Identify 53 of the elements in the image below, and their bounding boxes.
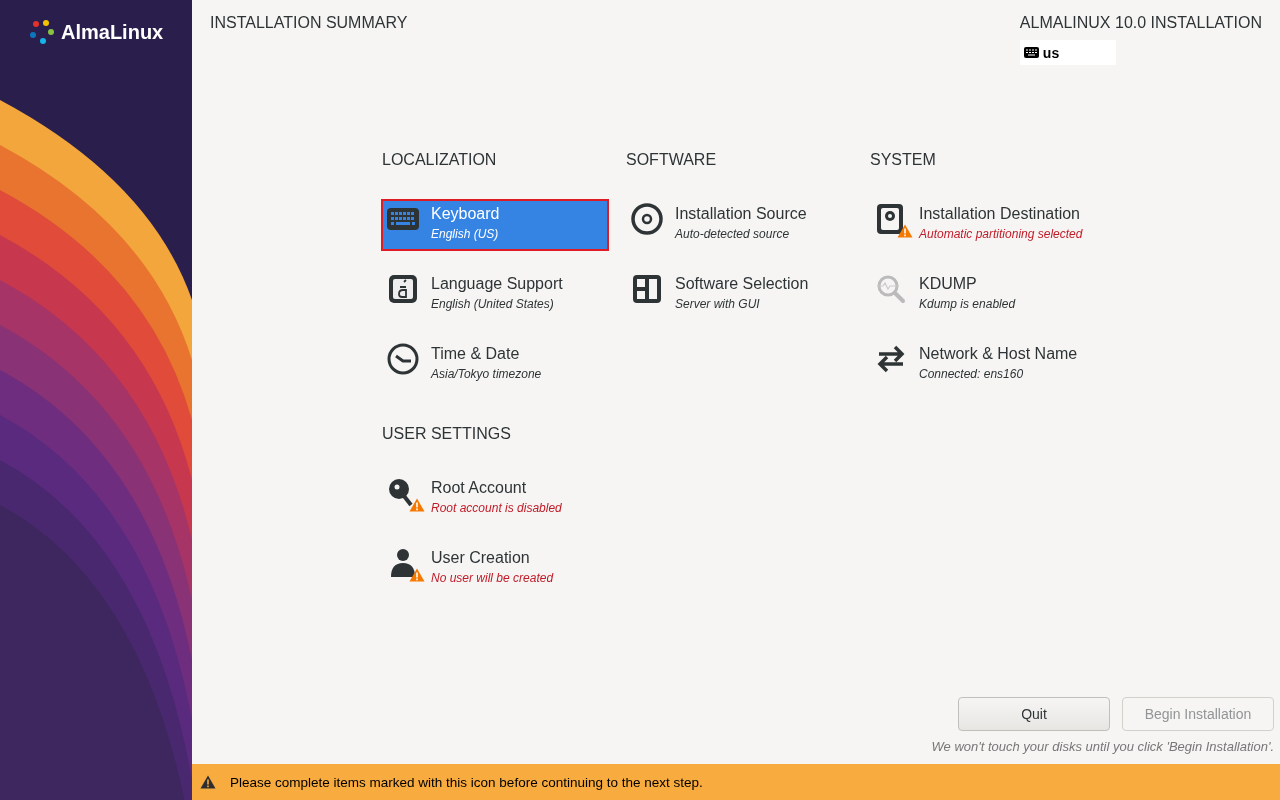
spoke-item[interactable]: KDUMP Kdump is enabled	[869, 269, 1097, 321]
spoke-item[interactable]: Installation Source Auto-detected source	[625, 199, 853, 251]
spoke-item[interactable]: Keyboard English (US)	[381, 199, 609, 251]
spoke-status: Auto-detected source	[675, 226, 791, 243]
section-heading: SYSTEM	[870, 151, 937, 170]
spoke-item[interactable]: Installation Destination Automatic partitioning selected	[869, 199, 1097, 251]
spoke-title: Network & Host Name	[919, 344, 1078, 364]
keyboard-layout-indicator[interactable]: us	[1019, 40, 1116, 65]
spoke-item[interactable]: User Creation No user will be created	[381, 543, 609, 595]
spoke-title: User Creation	[431, 548, 531, 568]
spoke-status: Server with GUI	[675, 296, 761, 313]
spoke-title: Installation Source	[675, 204, 807, 224]
logo-icon	[28, 18, 56, 46]
warning-icon	[409, 498, 425, 512]
spoke-title: Time & Date	[431, 344, 521, 364]
spoke-title: Software Selection	[675, 274, 809, 294]
spoke-title: KDUMP	[919, 274, 978, 294]
spoke-item[interactable]: Root Account Root account is disabled	[381, 473, 609, 525]
section-heading: SOFTWARE	[626, 151, 718, 170]
spoke-status: English (United States)	[431, 296, 555, 313]
warning-message: Please complete items marked with this icon before continuing to the next step.	[230, 774, 703, 790]
spoke-item[interactable]: Network & Host Name Connected: ens160	[869, 339, 1097, 391]
spoke-status: Connected: ens160	[919, 366, 1025, 383]
spoke-status: Kdump is enabled	[919, 296, 1016, 313]
language-icon	[387, 273, 419, 305]
spoke-status: Root account is disabled	[431, 500, 562, 517]
clock-icon	[387, 343, 419, 375]
spoke-title: Root Account	[431, 478, 528, 498]
spoke-item[interactable]: Time & Date Asia/Tokyo timezone	[381, 339, 609, 391]
spoke-title: Keyboard	[431, 204, 500, 224]
product-title: ALMALINUX 10.0 INSTALLATION	[1019, 14, 1262, 32]
arrows-icon	[875, 343, 907, 375]
section-heading: LOCALIZATION	[382, 151, 498, 170]
warning-icon	[200, 775, 216, 789]
page-title: INSTALLATION SUMMARY	[210, 14, 408, 33]
spoke-title: Installation Destination	[919, 204, 1081, 224]
spoke-status: No user will be created	[431, 570, 554, 587]
spoke-status: English (US)	[431, 226, 500, 243]
disk-note: We won't touch your disks until you click 'Begin Installation'.	[931, 739, 1274, 754]
quit-button[interactable]: Quit	[958, 697, 1110, 731]
logo-text: AlmaLinux	[61, 20, 164, 44]
spoke-status: Asia/Tokyo timezone	[431, 366, 542, 383]
disc-icon	[631, 203, 663, 235]
magnifier-icon	[875, 273, 907, 305]
spoke-title: Language Support	[431, 274, 563, 294]
warning-icon	[409, 568, 425, 582]
warning-icon	[897, 224, 913, 238]
keyboard-icon	[1023, 47, 1039, 58]
spoke-status: Automatic partitioning selected	[919, 226, 1083, 243]
spoke-item[interactable]: Software Selection Server with GUI	[625, 269, 853, 321]
grid-icon	[631, 273, 663, 305]
spoke-item[interactable]: Language Support English (United States)	[381, 269, 609, 321]
section-heading: USER SETTINGS	[382, 425, 512, 444]
